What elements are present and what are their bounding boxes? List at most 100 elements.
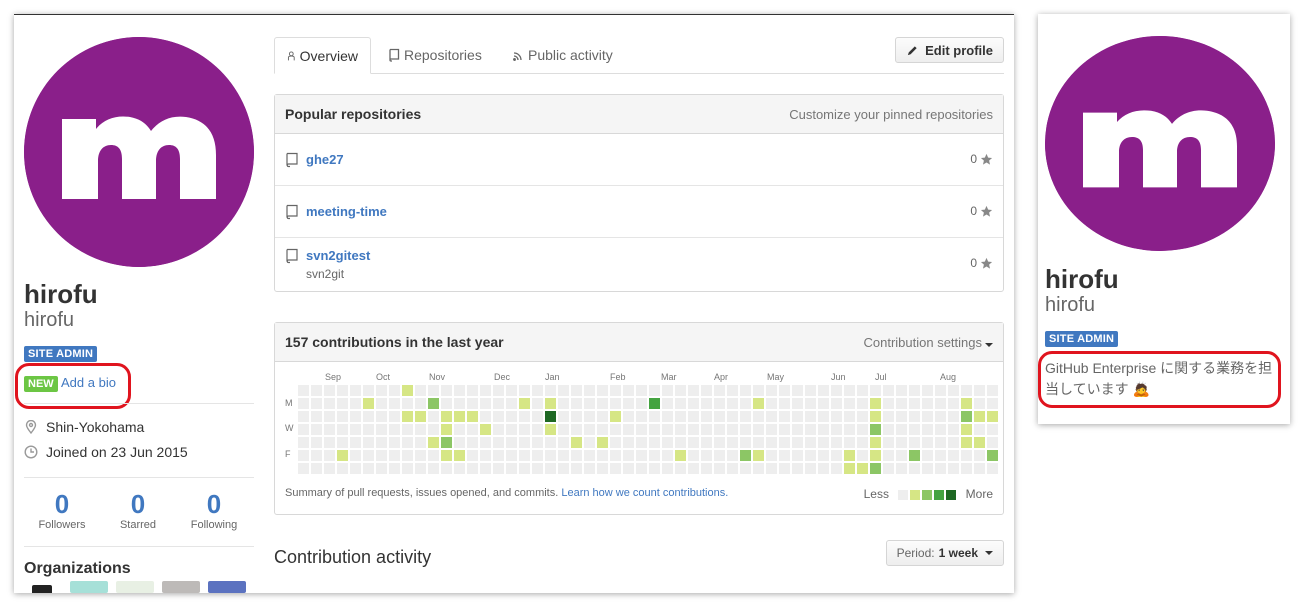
contribution-day-cell[interactable]: [870, 437, 881, 448]
contribution-day-cell[interactable]: [571, 385, 582, 396]
contribution-day-cell[interactable]: [311, 450, 322, 461]
contribution-day-cell[interactable]: [428, 398, 439, 409]
contribution-day-cell[interactable]: [844, 437, 855, 448]
contribution-day-cell[interactable]: [896, 463, 907, 474]
contribution-day-cell[interactable]: [467, 437, 478, 448]
contribution-day-cell[interactable]: [948, 450, 959, 461]
contribution-day-cell[interactable]: [571, 450, 582, 461]
avatar[interactable]: [1045, 36, 1275, 251]
contribution-day-cell[interactable]: [844, 463, 855, 474]
contribution-day-cell[interactable]: [311, 437, 322, 448]
contribution-day-cell[interactable]: [571, 398, 582, 409]
contribution-day-cell[interactable]: [909, 385, 920, 396]
contribution-day-cell[interactable]: [714, 398, 725, 409]
contribution-day-cell[interactable]: [623, 437, 634, 448]
contribution-day-cell[interactable]: [974, 385, 985, 396]
contribution-day-cell[interactable]: [610, 385, 621, 396]
following-stat[interactable]: 0 Following: [176, 489, 252, 531]
contribution-day-cell[interactable]: [467, 450, 478, 461]
contribution-day-cell[interactable]: [519, 398, 530, 409]
contribution-day-cell[interactable]: [922, 450, 933, 461]
contribution-day-cell[interactable]: [792, 411, 803, 422]
contribution-day-cell[interactable]: [311, 398, 322, 409]
contribution-day-cell[interactable]: [558, 411, 569, 422]
contribution-day-cell[interactable]: [974, 437, 985, 448]
contribution-day-cell[interactable]: [480, 424, 491, 435]
tab-repositories[interactable]: Repositories: [376, 37, 494, 73]
contribution-day-cell[interactable]: [454, 385, 465, 396]
contribution-day-cell[interactable]: [701, 398, 712, 409]
contribution-day-cell[interactable]: [922, 424, 933, 435]
contribution-day-cell[interactable]: [415, 424, 426, 435]
contribution-day-cell[interactable]: [441, 398, 452, 409]
contribution-day-cell[interactable]: [571, 463, 582, 474]
contribution-day-cell[interactable]: [753, 411, 764, 422]
contribution-day-cell[interactable]: [805, 424, 816, 435]
contribution-day-cell[interactable]: [558, 424, 569, 435]
contribution-day-cell[interactable]: [324, 424, 335, 435]
contribution-day-cell[interactable]: [948, 411, 959, 422]
contribution-day-cell[interactable]: [935, 411, 946, 422]
contribution-day-cell[interactable]: [506, 385, 517, 396]
contribution-day-cell[interactable]: [415, 437, 426, 448]
contribution-day-cell[interactable]: [961, 463, 972, 474]
contribution-day-cell[interactable]: [506, 437, 517, 448]
contribution-day-cell[interactable]: [870, 463, 881, 474]
contribution-day-cell[interactable]: [623, 424, 634, 435]
contribution-day-cell[interactable]: [415, 411, 426, 422]
contribution-day-cell[interactable]: [870, 398, 881, 409]
contribution-day-cell[interactable]: [974, 424, 985, 435]
contribution-day-cell[interactable]: [350, 385, 361, 396]
contribution-day-cell[interactable]: [740, 411, 751, 422]
contribution-day-cell[interactable]: [987, 450, 998, 461]
contribution-day-cell[interactable]: [363, 398, 374, 409]
contribution-day-cell[interactable]: [987, 424, 998, 435]
contribution-day-cell[interactable]: [441, 437, 452, 448]
contribution-day-cell[interactable]: [467, 463, 478, 474]
contribution-day-cell[interactable]: [948, 398, 959, 409]
contribution-day-cell[interactable]: [454, 398, 465, 409]
contribution-day-cell[interactable]: [571, 424, 582, 435]
contribution-day-cell[interactable]: [922, 437, 933, 448]
contribution-day-cell[interactable]: [792, 463, 803, 474]
contribution-day-cell[interactable]: [909, 424, 920, 435]
repo-name-link[interactable]: svn2gitest: [306, 248, 370, 263]
contribution-day-cell[interactable]: [350, 424, 361, 435]
contribution-day-cell[interactable]: [441, 385, 452, 396]
contribution-day-cell[interactable]: [909, 398, 920, 409]
contribution-day-cell[interactable]: [649, 424, 660, 435]
contribution-day-cell[interactable]: [350, 411, 361, 422]
contribution-day-cell[interactable]: [662, 450, 673, 461]
contribution-day-cell[interactable]: [545, 385, 556, 396]
contribution-day-cell[interactable]: [675, 437, 686, 448]
contribution-day-cell[interactable]: [753, 437, 764, 448]
contribution-day-cell[interactable]: [454, 424, 465, 435]
contribution-day-cell[interactable]: [532, 385, 543, 396]
contribution-day-cell[interactable]: [896, 398, 907, 409]
contribution-day-cell[interactable]: [428, 411, 439, 422]
contribution-day-cell[interactable]: [402, 411, 413, 422]
contribution-day-cell[interactable]: [974, 450, 985, 461]
contribution-day-cell[interactable]: [402, 424, 413, 435]
contribution-day-cell[interactable]: [519, 424, 530, 435]
contribution-day-cell[interactable]: [740, 385, 751, 396]
contribution-day-cell[interactable]: [805, 450, 816, 461]
contribution-day-cell[interactable]: [766, 385, 777, 396]
contribution-day-cell[interactable]: [467, 411, 478, 422]
contribution-day-cell[interactable]: [974, 411, 985, 422]
contribution-day-cell[interactable]: [870, 385, 881, 396]
contribution-day-cell[interactable]: [675, 411, 686, 422]
contribution-day-cell[interactable]: [402, 398, 413, 409]
contribution-day-cell[interactable]: [623, 463, 634, 474]
customize-pins-link[interactable]: Customize your pinned repositories: [789, 107, 993, 122]
contribution-day-cell[interactable]: [415, 385, 426, 396]
contribution-day-cell[interactable]: [961, 424, 972, 435]
contribution-day-cell[interactable]: [792, 450, 803, 461]
contribution-day-cell[interactable]: [961, 450, 972, 461]
contribution-day-cell[interactable]: [779, 411, 790, 422]
contribution-day-cell[interactable]: [662, 424, 673, 435]
contribution-day-cell[interactable]: [766, 424, 777, 435]
contribution-day-cell[interactable]: [493, 463, 504, 474]
contribution-day-cell[interactable]: [883, 398, 894, 409]
contribution-day-cell[interactable]: [402, 437, 413, 448]
